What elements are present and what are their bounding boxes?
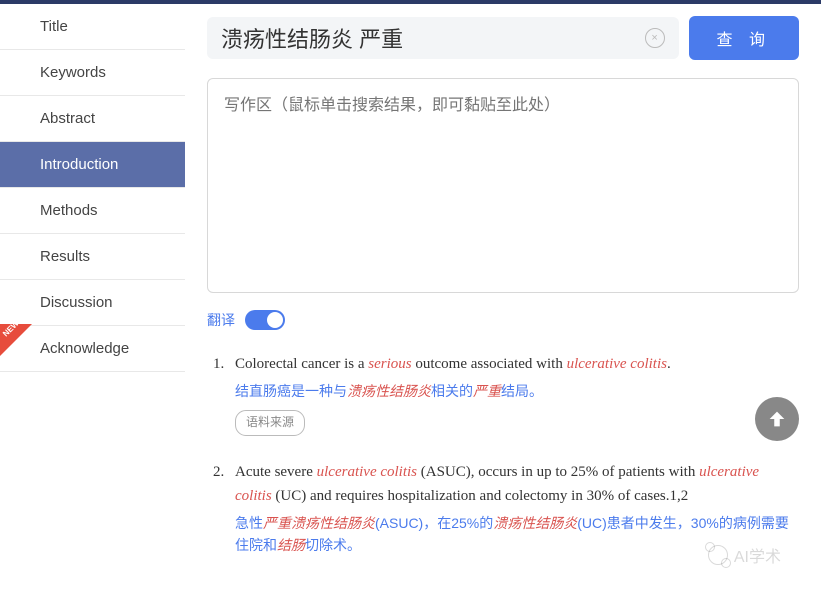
new-badge: NEW [0,324,32,358]
translate-label: 翻译 [207,310,235,330]
wechat-icon [708,545,728,565]
sidebar-item-introduction[interactable]: Introduction [0,142,185,188]
main-content: × 查 询 翻译 1.Colorectal cancer is a seriou… [185,4,821,591]
container: TitleKeywordsAbstractIntroductionMethods… [0,4,821,591]
translate-row: 翻译 [207,310,799,330]
clear-icon[interactable]: × [645,28,665,48]
scroll-top-button[interactable] [755,397,799,441]
watermark-text: AI学术 [734,543,781,567]
arrow-up-icon [766,408,788,430]
watermark: AI学术 [708,543,781,567]
translate-toggle[interactable] [245,310,285,330]
query-button[interactable]: 查 询 [689,16,799,60]
sidebar-item-acknowledge[interactable]: AcknowledgeNEW [0,326,185,372]
search-input[interactable] [221,25,645,51]
sidebar-item-results[interactable]: Results [0,234,185,280]
result-body: Colorectal cancer is a serious outcome a… [235,352,799,436]
result-english: Acute severe ulcerative colitis (ASUC), … [235,460,799,508]
sidebar: TitleKeywordsAbstractIntroductionMethods… [0,4,185,591]
results-list: 1.Colorectal cancer is a serious outcome… [207,352,799,564]
result-number: 1. [213,352,235,436]
search-row: × 查 询 [207,16,799,60]
sidebar-item-title[interactable]: Title [0,4,185,50]
sidebar-item-methods[interactable]: Methods [0,188,185,234]
result-item[interactable]: 1.Colorectal cancer is a serious outcome… [213,352,799,436]
result-english: Colorectal cancer is a serious outcome a… [235,352,799,376]
sidebar-item-discussion[interactable]: Discussion [0,280,185,326]
search-box: × [207,17,679,59]
result-chinese: 结直肠癌是一种与溃疡性结肠炎相关的严重结局。 [235,380,799,402]
source-button[interactable]: 语料来源 [235,410,305,435]
sidebar-item-keywords[interactable]: Keywords [0,50,185,96]
result-number: 2. [213,460,235,565]
sidebar-item-abstract[interactable]: Abstract [0,96,185,142]
toggle-knob [267,312,283,328]
writing-area[interactable] [207,78,799,293]
